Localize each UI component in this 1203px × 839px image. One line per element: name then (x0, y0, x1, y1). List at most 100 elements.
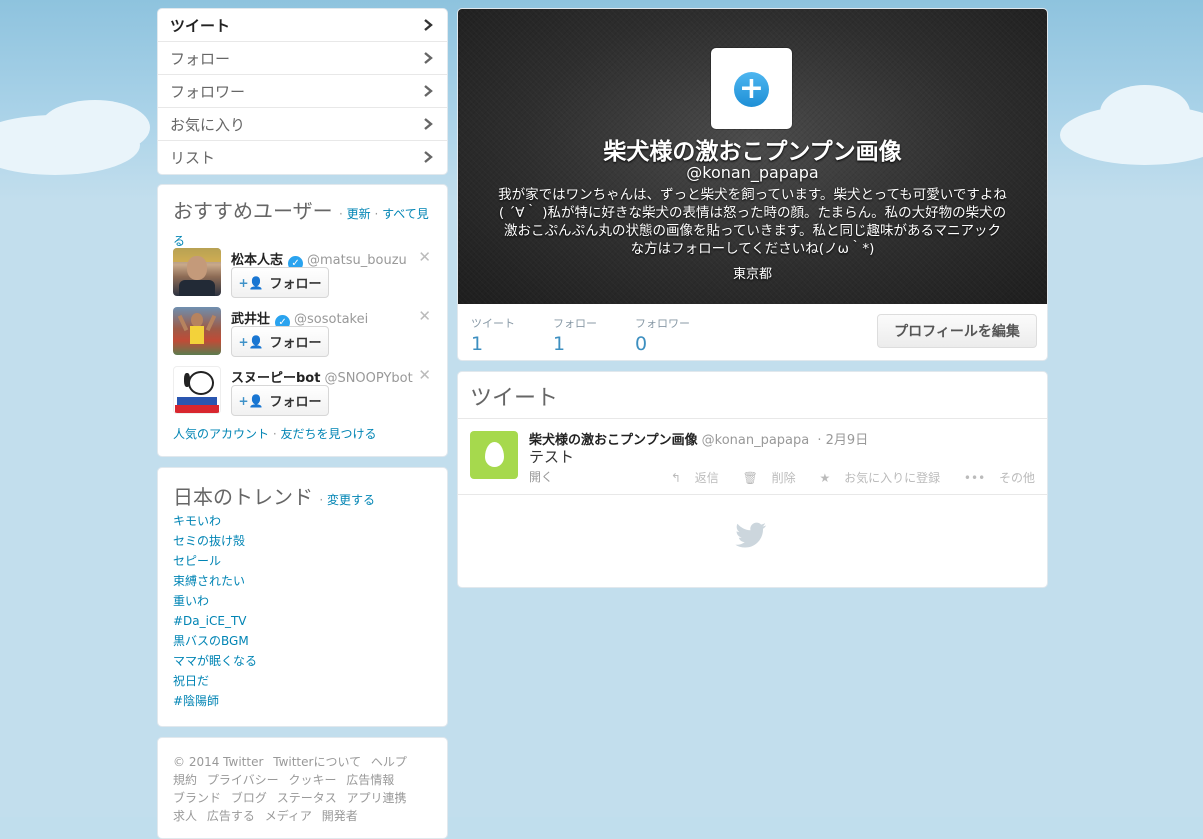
favorite-action[interactable]: ★ お気に入りに登録 (809, 471, 940, 485)
footer-link[interactable]: 開発者 (322, 809, 358, 823)
divider (458, 418, 1047, 419)
tweet-date[interactable]: 2月9日 (826, 433, 869, 448)
add-photo-icon[interactable]: + (734, 72, 769, 107)
divider (458, 494, 1047, 495)
avatar[interactable] (173, 307, 221, 355)
tweet-author-handle: @konan_papapa (701, 433, 810, 448)
refresh-link[interactable]: 更新 (347, 207, 371, 221)
profile-bio: 我が家ではワンちゃんは、ずっと柴犬を飼っています。柴犬とっても可愛いですよね( … (498, 187, 1007, 257)
trend-item[interactable]: #陰陽師 (173, 692, 257, 712)
footer-link[interactable]: ステータス (277, 791, 337, 805)
who-to-follow: おすすめユーザー · 更新 · すべて見る 松本人志 ✓ @matsu_bouzu … (157, 184, 448, 457)
footer-link[interactable]: 規約 (173, 773, 197, 787)
chevron-right-icon (424, 52, 433, 64)
suggested-user: スヌーピーbot @SNOOPYbot ✕ +👤 フォロー (173, 366, 433, 416)
stat-value: 1 (471, 333, 484, 355)
tweet-author[interactable]: 柴犬様の激おこプンプン画像 @konan_papapa · 2月9日 (529, 429, 868, 448)
egg-icon (485, 442, 504, 467)
twitter-bird-icon (735, 522, 767, 548)
delete-action[interactable]: 🗑 削除 (733, 471, 796, 485)
nav-item-following[interactable]: フォロー (158, 42, 447, 75)
tweet-actions: ↰ 返信 🗑 削除 ★ お気に入りに登録 ••• その他 (651, 469, 1035, 486)
nav-item-label: リスト (170, 148, 216, 167)
cloud (1100, 85, 1190, 140)
follow-button[interactable]: +👤 フォロー (231, 267, 329, 298)
who-to-follow-title: おすすめユーザー (173, 199, 333, 223)
popular-accounts-link[interactable]: 人気のアカウント (173, 427, 269, 441)
reply-icon: ↰ (670, 471, 681, 485)
stat-value: 0 (635, 333, 648, 355)
trash-icon: 🗑 (742, 471, 758, 485)
stat-value: 1 (553, 333, 566, 355)
tweets-timeline: ツイート 柴犬様の激おこプンプン画像 @konan_papapa · 2月9日 テ… (457, 371, 1048, 588)
trend-item[interactable]: 束縛されたい (173, 572, 257, 592)
stat-following[interactable]: フォロー 1 (553, 315, 597, 355)
trend-item[interactable]: セミの抜け殻 (173, 532, 257, 552)
who-to-follow-links: 人気のアカウント · 友だちを見つける (173, 427, 377, 441)
profile-avatar[interactable]: + (711, 48, 792, 129)
trend-item[interactable]: 重いわ (173, 592, 257, 612)
change-trends-link[interactable]: 変更する (327, 493, 375, 507)
avatar[interactable] (173, 248, 221, 296)
trend-item[interactable]: キモいわ (173, 512, 257, 532)
reply-action[interactable]: ↰ 返信 (661, 471, 719, 485)
tweet-open-link[interactable]: 開く (529, 468, 553, 485)
footer-link[interactable]: Twitterについて (273, 755, 361, 769)
user-handle: @SNOOPYbot (324, 371, 413, 386)
who-to-follow-header: おすすめユーザー · 更新 · すべて見る (173, 199, 429, 248)
footer-link[interactable]: ブランド (173, 791, 221, 805)
cloud (40, 100, 150, 155)
chevron-right-icon (424, 151, 433, 163)
trend-item[interactable]: #Da_iCE_TV (173, 612, 257, 632)
trends-header: 日本のトレンド · 変更する (173, 485, 376, 509)
follow-button[interactable]: +👤 フォロー (231, 385, 329, 416)
dismiss-icon[interactable]: ✕ (418, 248, 431, 266)
trend-item[interactable]: セピール (173, 552, 257, 572)
footer-link[interactable]: 求人 (173, 809, 197, 823)
footer-link[interactable]: アプリ連携 (347, 791, 407, 805)
footer-link[interactable]: ブログ (231, 791, 267, 805)
stat-followers[interactable]: フォロワー 0 (635, 315, 690, 355)
more-action[interactable]: ••• その他 (954, 471, 1035, 485)
nav-item-followers[interactable]: フォロワー (158, 75, 447, 108)
edit-profile-button[interactable]: プロフィールを編集 (877, 314, 1037, 348)
find-friends-link[interactable]: 友だちを見つける (280, 427, 376, 441)
footer-link[interactable]: メディア (265, 809, 312, 823)
suggested-user: 松本人志 ✓ @matsu_bouzu ✕ +👤 フォロー (173, 248, 433, 298)
tweet-text: テスト (529, 448, 575, 466)
profile-name: 柴犬様の激おこプンプン画像 (603, 139, 902, 165)
profile-card: + 柴犬様の激おこプンプン画像 @konan_papapa 我が家ではワンちゃん… (457, 8, 1048, 361)
tweets-title: ツイート (470, 386, 559, 411)
more-icon: ••• (963, 471, 986, 485)
nav-item-label: フォロワー (170, 82, 246, 101)
nav-item-tweets[interactable]: ツイート (158, 9, 447, 42)
dismiss-icon[interactable]: ✕ (418, 307, 431, 325)
tweet-avatar[interactable] (470, 431, 518, 479)
chevron-right-icon (424, 118, 433, 130)
footer-link[interactable]: プライバシー (207, 773, 279, 787)
nav-item-lists[interactable]: リスト (158, 141, 447, 173)
avatar[interactable] (173, 366, 221, 414)
user-handle: @matsu_bouzu (307, 253, 407, 268)
trend-item[interactable]: 黒バスのBGM (173, 632, 257, 652)
footer-link[interactable]: 広告情報 (346, 773, 394, 787)
footer-link[interactable]: クッキー (288, 773, 336, 787)
trend-list: キモいわ セミの抜け殻 セピール 束縛されたい 重いわ #Da_iCE_TV 黒… (173, 512, 257, 712)
profile-nav: ツイート フォロー フォロワー お気に入り リスト (157, 8, 448, 175)
trends-title: 日本のトレンド (173, 485, 313, 509)
chevron-right-icon (424, 85, 433, 97)
nav-item-favorites[interactable]: お気に入り (158, 108, 447, 141)
footer-link[interactable]: 広告する (207, 809, 255, 823)
stat-tweets[interactable]: ツイート 1 (471, 315, 515, 355)
trend-item[interactable]: ママが眠くなる (173, 652, 257, 672)
dismiss-icon[interactable]: ✕ (418, 366, 431, 384)
user-handle: @sosotakei (294, 312, 369, 327)
follow-button[interactable]: +👤 フォロー (231, 326, 329, 357)
footer-link[interactable]: ヘルプ (371, 755, 407, 769)
trend-item[interactable]: 祝日だ (173, 672, 257, 692)
profile-location: 東京都 (732, 267, 772, 282)
user-name[interactable]: スヌーピーbot @SNOOPYbot (231, 367, 413, 386)
nav-item-label: ツイート (170, 16, 231, 35)
profile-handle: @konan_papapa (686, 163, 819, 182)
footer-copyright: © 2014 Twitter (173, 755, 264, 769)
